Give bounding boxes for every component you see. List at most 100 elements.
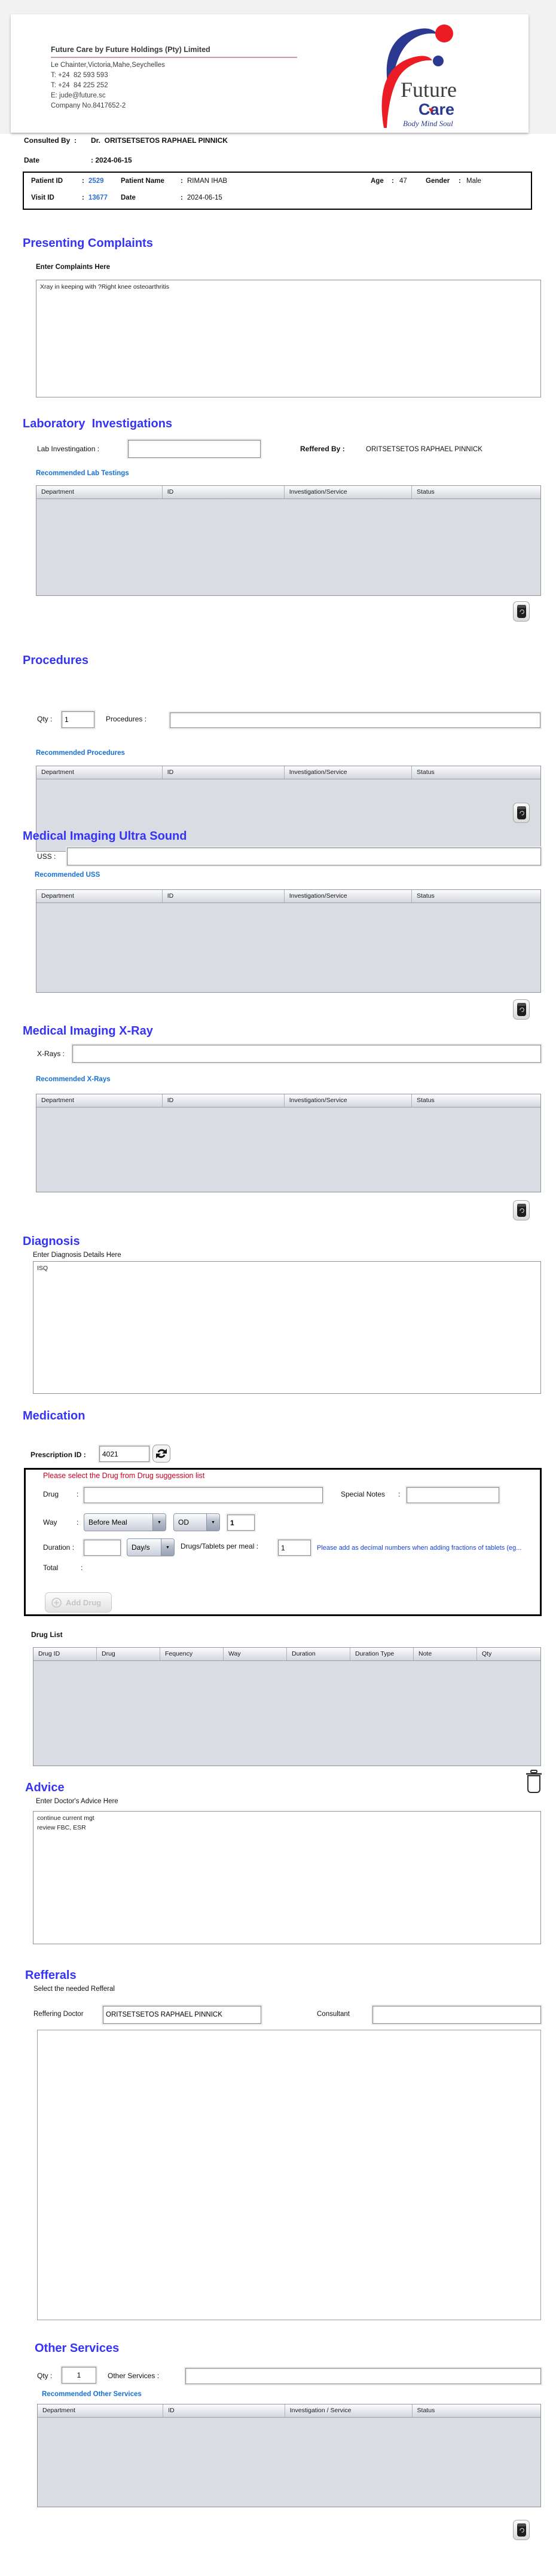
frequency-dropdown[interactable]: OD ▼ [173,1513,220,1531]
uss-input[interactable] [67,848,541,865]
drug-list-label: Drug List [31,1630,63,1639]
procedures-input[interactable] [170,712,540,728]
delete-uss-button[interactable] [513,999,530,1020]
delete-xray-button[interactable] [513,1200,530,1220]
table-header-row: Department ID Investigation/Service Status [36,486,540,499]
colon: : [82,194,84,201]
duration-input[interactable] [84,1540,121,1556]
recommended-uss-link[interactable]: Recommended USS [35,871,100,879]
consulted-by-label: Consulted By : [24,136,77,145]
colon: : [181,178,183,185]
other-services-input[interactable] [185,2368,541,2384]
visit-id-label: Visit ID [31,194,54,201]
visit-id-value: 13677 [88,194,108,201]
lab-investigation-input[interactable] [128,440,261,458]
gender-value: Male [466,178,481,185]
title-underline [51,57,297,58]
column-header: Note [414,1648,477,1660]
recommended-procedures-link[interactable]: Recommended Procedures [36,749,125,757]
prescription-id-input[interactable] [99,1446,149,1462]
table-header-row: Department ID Investigation/Service Status [36,890,540,903]
drug-input[interactable] [84,1487,323,1503]
column-header: Investigation/Service [285,766,413,779]
logo-heart-icon: ♥ [429,105,433,114]
refresh-prescription-button[interactable] [152,1445,170,1466]
company-address: Le Chainter,Victoria,Mahe,Seychelles [51,62,165,69]
trash-icon [517,605,526,618]
patient-id-label: Patient ID [31,178,63,185]
lab-testings-table[interactable]: Department ID Investigation/Service Status [36,485,541,596]
delete-lab-testing-button[interactable] [513,601,530,622]
logo-word-future: Future [401,78,457,102]
delete-other-service-button[interactable] [513,2520,530,2540]
consulted-by-value: Dr. ORITSETSETOS RAPHAEL PINNICK [91,136,228,145]
column-header: Department [38,2404,164,2417]
duration-unit-dropdown[interactable]: Day/s ▼ [127,1538,175,1556]
delete-advice-button[interactable] [525,1769,543,1797]
refferal-instruction-label: Select the needed Refferal [33,1985,115,1993]
diagnosis-textarea[interactable]: ISQ [33,1261,541,1394]
trash-icon [517,2523,526,2537]
meal-timing-dropdown[interactable]: Before Meal ▼ [84,1513,166,1531]
frequency-value: OD [178,1518,189,1526]
chevron-down-icon: ▼ [152,1514,166,1531]
refferal-list-box[interactable] [37,2030,541,2320]
meal-timing-value: Before Meal [88,1518,127,1526]
recommended-xrays-link[interactable]: Recommended X-Rays [36,1076,111,1083]
uss-label: USS : [37,852,56,861]
consultant-input[interactable] [372,2006,541,2024]
diagnosis-label: Enter Diagnosis Details Here [33,1252,121,1259]
other-services-table[interactable]: Department ID Investigation / Service Statu… [37,2404,541,2507]
column-header: ID [163,486,285,498]
visit-date-value: 2024-06-15 [187,194,222,201]
visit-date-label: Date [121,194,136,201]
reffering-doctor-label: Reffering Doctor [33,2011,84,2018]
xrays-input[interactable] [72,1045,541,1063]
table-header-row: Department ID Investigation/Service Status [36,766,540,779]
recommended-lab-testings-link[interactable]: Recommended Lab Testings [36,470,129,477]
add-drug-button[interactable]: Add Drug [45,1592,112,1613]
company-email: E: jude@future.sc [51,92,106,99]
date-label: Date [24,156,40,164]
way-label: Way [43,1518,57,1526]
column-header: Department [36,766,163,779]
gender-label: Gender [426,178,450,185]
special-notes-label: Special Notes [341,1490,386,1498]
lab-investigation-label: Lab Investingation : [37,445,100,453]
column-header: Duration [287,1648,350,1660]
special-notes-input[interactable] [407,1487,499,1503]
company-phone-1: T: +24 82 593 593 [51,72,108,79]
advice-label: Enter Doctor's Advice Here [36,1798,118,1805]
column-header: Department [36,890,163,902]
column-header: ID [163,2404,285,2417]
recommended-other-services-link[interactable]: Recommended Other Services [42,2391,142,2398]
logo-tagline: Body Mind Soul [403,119,453,128]
consultant-label: Consultant [317,2011,350,2018]
way-qty-input[interactable] [227,1515,255,1531]
company-number: Company No.8417652-2 [51,102,126,109]
reffering-doctor-input[interactable] [103,2006,261,2024]
xrays-label: X-Rays : [37,1050,65,1058]
procedures-qty-input[interactable] [62,711,94,728]
age-value: 47 [399,178,407,185]
drug-list-table[interactable]: Drug ID Drug Fequency Way Duration Duration T… [33,1647,541,1766]
other-qty-input[interactable] [62,2367,96,2384]
patient-name-label: Patient Name [121,178,164,185]
column-header: Investigation/Service [285,486,413,498]
uss-table[interactable]: Department ID Investigation/Service Status [36,889,541,993]
per-meal-input[interactable] [278,1540,311,1556]
complaints-textarea[interactable]: Xray in keeping with ?Right knee osteoar… [36,280,541,397]
future-care-logo-icon: Future Care ♥ Body Mind Soul [381,25,457,128]
complaints-label: Enter Complaints Here [36,264,110,271]
xray-table[interactable]: Department ID Investigation/Service Status [36,1094,541,1192]
colon: : [181,194,183,201]
delete-procedure-button[interactable] [513,803,530,823]
section-heading-other-services: Other Services [35,2342,120,2355]
column-header: Status [417,769,435,776]
consultation-form-page: Future Care by Future Holdings (Pty) Lim… [0,0,556,2576]
section-heading-xray: Medical Imaging X-Ray [23,1024,153,1038]
trash-icon [517,1204,526,1217]
section-heading-laboratory: Laboratory Investigations [23,417,173,430]
age-label: Age [371,178,384,185]
advice-textarea[interactable]: continue current mgt review FBC, ESR [33,1811,541,1944]
